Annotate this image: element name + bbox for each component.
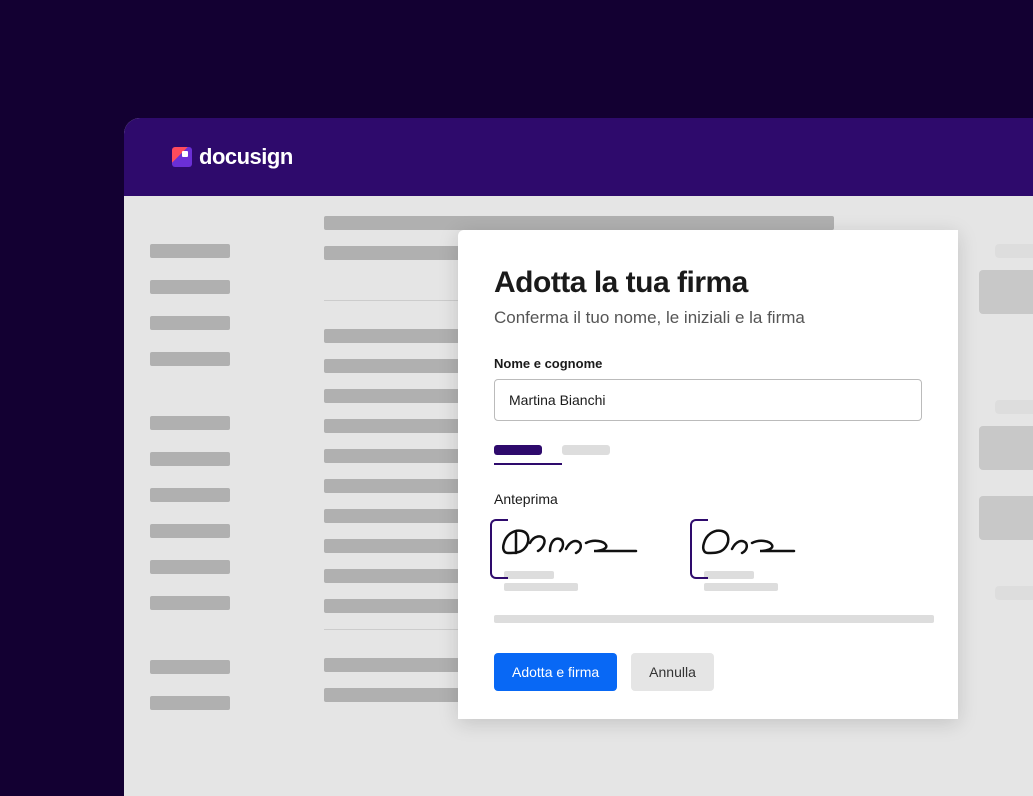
signature-style-tabs (494, 445, 922, 455)
placeholder-box (995, 244, 1033, 258)
placeholder-line (504, 571, 554, 579)
placeholder-line (150, 524, 230, 538)
placeholder-box (995, 586, 1033, 600)
placeholder-box (995, 400, 1033, 414)
placeholder-line (494, 615, 934, 623)
initials-icon (694, 521, 814, 565)
adopt-and-sign-button[interactable]: Adotta e firma (494, 653, 617, 691)
header-bar: docusign (124, 118, 1033, 196)
brand-name: docusign (199, 144, 293, 170)
placeholder-box (979, 426, 1033, 470)
placeholder-line (324, 216, 834, 230)
preview-label: Anteprima (494, 491, 922, 507)
bracket-decoration (490, 519, 508, 579)
app-window: docusign (124, 118, 1033, 796)
placeholder-line (150, 280, 230, 294)
placeholder-line (150, 452, 230, 466)
modal-title: Adotta la tua firma (494, 266, 922, 300)
placeholder-line (704, 571, 754, 579)
content-area: Adotta la tua firma Conferma il tuo nome… (124, 196, 1033, 796)
placeholder-box (979, 496, 1033, 540)
tab-style-inactive[interactable] (562, 445, 610, 455)
signature-previews (494, 521, 922, 591)
name-field-label: Nome e cognome (494, 356, 922, 371)
placeholder-line (150, 596, 230, 610)
signature-icon (494, 521, 650, 565)
full-name-input[interactable] (494, 379, 922, 421)
cancel-button[interactable]: Annulla (631, 653, 714, 691)
tab-underline (494, 463, 562, 465)
placeholder-line (150, 416, 230, 430)
placeholder-line (150, 316, 230, 330)
bracket-decoration (690, 519, 708, 579)
signature-preview (494, 521, 650, 591)
right-column (979, 244, 1033, 612)
placeholder-line (704, 583, 778, 591)
placeholder-line (150, 696, 230, 710)
placeholder-box (979, 270, 1033, 314)
placeholder-line (150, 244, 230, 258)
adopt-signature-modal: Adotta la tua firma Conferma il tuo nome… (458, 230, 958, 719)
modal-actions: Adotta e firma Annulla (494, 653, 922, 691)
brand-logo: docusign (172, 144, 293, 170)
initials-preview (694, 521, 814, 591)
docusign-icon (172, 147, 192, 167)
placeholder-line (504, 583, 578, 591)
placeholder-line (150, 488, 230, 502)
modal-subtitle: Conferma il tuo nome, le iniziali e la f… (494, 308, 922, 328)
left-column (124, 196, 324, 732)
placeholder-line (150, 352, 230, 366)
placeholder-line (150, 660, 230, 674)
tab-style-active[interactable] (494, 445, 542, 455)
placeholder-line (150, 560, 230, 574)
